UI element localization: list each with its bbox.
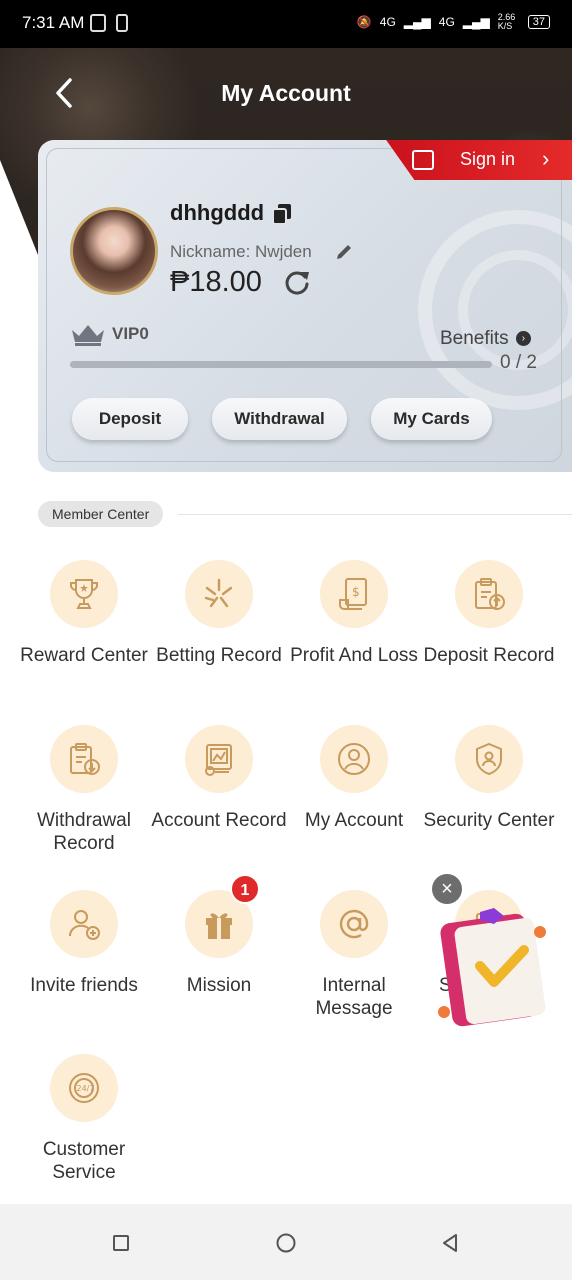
item-label: Internal Message [315, 975, 393, 1019]
my-cards-button[interactable]: My Cards [371, 398, 492, 440]
nickname: Nickname: Nwjden [170, 242, 312, 261]
withdrawal-button[interactable]: Withdrawal [212, 398, 347, 440]
net-speed: 2.66 K/S [497, 12, 516, 31]
crown-icon [72, 325, 104, 346]
status-bar: 7:31 AM 🔕 4G ▂▄▆ 4G ▂▄▆ 2.66 K/S 37 [0, 0, 572, 48]
member-center-title: Member Center [38, 501, 164, 527]
chevron-right-icon: › [542, 146, 550, 171]
divider [178, 514, 572, 515]
gift-icon [206, 913, 232, 939]
user-icon [338, 743, 370, 775]
svg-text:$: $ [352, 585, 360, 599]
item-label: Customer Service [42, 1139, 126, 1183]
chevron-right-icon: › [515, 331, 531, 347]
recent-apps-icon[interactable] [108, 1230, 134, 1256]
item-label: Mission [186, 975, 252, 996]
checkbox-icon [412, 150, 434, 170]
account-record-icon [205, 744, 232, 776]
item-label: Deposit Record [423, 645, 555, 666]
signal-icon: ▂▄▆ [403, 15, 431, 29]
item-label: Account Record [151, 810, 287, 831]
network-label: 4G [379, 15, 396, 29]
benefits-label: Benefits [440, 328, 509, 349]
profit-icon: $ [339, 578, 367, 610]
username: dhhgddd [170, 200, 265, 225]
item-label: Invite friends [30, 975, 138, 996]
battery-icon: 37 [527, 15, 550, 29]
edit-icon[interactable] [334, 242, 354, 262]
mission-badge: 1 [230, 874, 260, 904]
system-nav-bar [0, 1204, 572, 1280]
vip-level: VIP0 [112, 324, 149, 343]
signal-icon: ▂▄▆ [462, 15, 490, 29]
withdrawal-record-icon [70, 743, 100, 775]
deposit-button[interactable]: Deposit [72, 398, 188, 440]
item-label: Profit And Loss [290, 645, 418, 666]
page-title: My Account [221, 80, 351, 106]
item-label: Withdrawal Record [37, 810, 131, 854]
avatar[interactable] [70, 207, 158, 295]
item-label: My Account [304, 810, 404, 831]
home-icon[interactable] [273, 1230, 299, 1256]
notification-icon [90, 14, 106, 32]
status-indicators: 🔕 4G ▂▄▆ 4G ▂▄▆ 2.66 K/S 37 [357, 13, 550, 31]
vip-progress-bar [70, 361, 492, 368]
status-time: 7:31 AM [22, 13, 85, 32]
mute-icon: 🔕 [356, 15, 372, 29]
item-label: Security Center [423, 810, 555, 831]
item-label: Reward Center [20, 645, 148, 666]
network-label: 4G [438, 15, 455, 29]
shield-icon [476, 742, 502, 776]
back-nav-icon[interactable] [438, 1230, 464, 1256]
benefits-link[interactable]: Benefits › [440, 328, 531, 350]
copy-icon[interactable] [272, 203, 292, 225]
promo-checkin-widget[interactable] [436, 906, 556, 1030]
trophy-icon [70, 579, 98, 609]
sign-in-label: Sign in [460, 149, 516, 169]
svg-text:24/7: 24/7 [77, 1084, 95, 1093]
notification-icon [116, 14, 128, 32]
vip-progress-text: 0 / 2 [500, 352, 537, 373]
at-icon [339, 909, 369, 939]
invite-icon [68, 910, 100, 940]
item-label: Betting Record [156, 645, 282, 666]
refresh-icon[interactable] [283, 268, 311, 296]
betting-icon [204, 578, 233, 608]
support-24-7-icon: 24/7 [69, 1073, 99, 1103]
balance: ₱18.00 [170, 266, 262, 298]
close-icon[interactable]: × [432, 874, 462, 904]
deposit-record-icon [475, 578, 505, 610]
